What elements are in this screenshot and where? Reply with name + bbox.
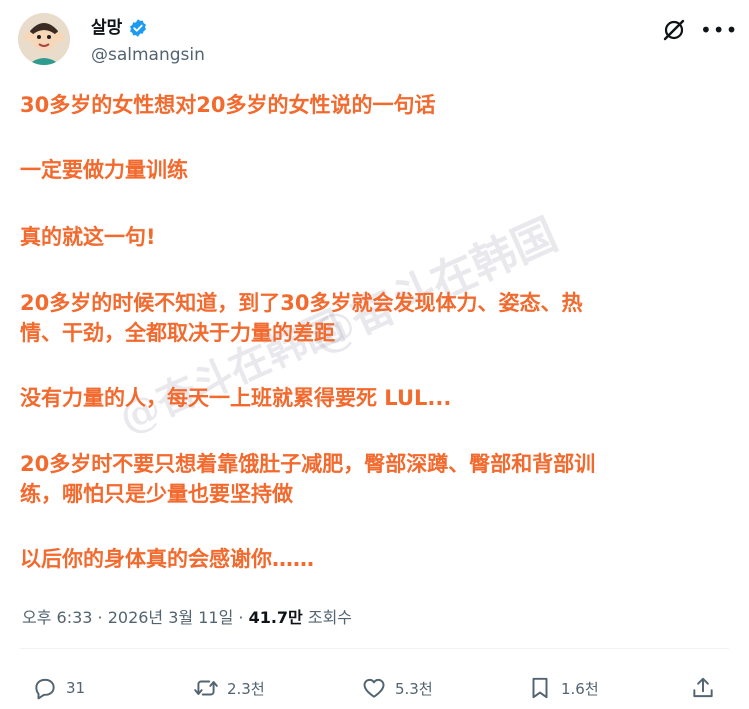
author-display-name[interactable]: 살망 <box>91 17 122 39</box>
post-line: 练，哪怕只是少量也要坚持做 <box>20 482 293 506</box>
bookmark-icon <box>532 677 548 699</box>
retweet-icon <box>194 680 218 696</box>
author-name-row[interactable]: 살망 <box>91 17 148 39</box>
retweet-count: 2.3천 <box>227 679 265 698</box>
post-card: 살망 @salmangsin ••• @奋斗在韩国 @奋斗在韩国 30多岁的女性… <box>0 0 749 709</box>
grok-icon[interactable] <box>661 17 687 43</box>
author-handle[interactable]: @salmangsin <box>91 45 205 65</box>
like-count: 5.3천 <box>395 679 433 698</box>
view-count: 41.7만 <box>248 608 303 627</box>
reply-icon <box>35 678 55 700</box>
reply-count: 31 <box>66 679 86 697</box>
post-timestamp[interactable]: 오후 6:33 · 2026년 3월 11일 · <box>22 608 249 627</box>
post-paragraph: 20多岁时不要只想着靠饿肚子减肥，臀部深蹲、臀部和背部训 练，哪怕只是少量也要坚… <box>20 449 735 509</box>
more-options-icon[interactable]: ••• <box>700 19 737 41</box>
post-paragraph: 以后你的身体真的会感谢你…… <box>20 544 735 574</box>
post-line: 一定要做力量训练 <box>20 158 188 182</box>
post-paragraph: 一定要做力量训练 <box>20 155 735 185</box>
heart-icon <box>363 678 385 698</box>
post-line: 20多岁时不要只想着靠饿肚子减肥，臀部深蹲、臀部和背部训 <box>20 452 596 476</box>
post-paragraph: 30多岁的女性想对20多岁的女性说的一句话 <box>20 90 735 120</box>
reply-button[interactable]: 31 <box>32 675 85 701</box>
bookmark-button[interactable]: 1.6천 <box>527 675 599 701</box>
bookmark-count: 1.6천 <box>561 679 599 698</box>
post-line: 真的就这一句! <box>20 225 156 249</box>
share-button[interactable] <box>690 675 716 701</box>
post-paragraph: 20多岁的时候不知道，到了30多岁就会发现体力、姿态、热 情、干劲，全都取决于力… <box>20 288 735 348</box>
post-meta: 오후 6:33 · 2026년 3월 11일 · 41.7만 조회수 <box>22 604 352 628</box>
post-paragraph: 没有力量的人，每天一上班就累得要死 LUL... <box>20 383 735 413</box>
verified-badge-icon <box>128 18 148 38</box>
share-icon <box>693 677 713 698</box>
view-count-label: 조회수 <box>302 608 353 627</box>
post-line: 没有力量的人，每天一上班就累得要死 LUL... <box>20 386 452 410</box>
avatar[interactable] <box>18 13 70 65</box>
retweet-button[interactable]: 2.3천 <box>193 675 265 701</box>
post-line: 以后你的身体真的会感谢你…… <box>20 547 314 571</box>
post-line: 20多岁的时候不知道，到了30多岁就会发现体力、姿态、热 <box>20 291 583 315</box>
post-paragraph: 真的就这一句! <box>20 222 735 252</box>
divider <box>20 648 729 649</box>
post-line: 情、干劲，全都取决于力量的差距 <box>20 321 335 345</box>
like-button[interactable]: 5.3천 <box>361 675 433 701</box>
post-line: 30多岁的女性想对20多岁的女性说的一句话 <box>20 93 436 117</box>
